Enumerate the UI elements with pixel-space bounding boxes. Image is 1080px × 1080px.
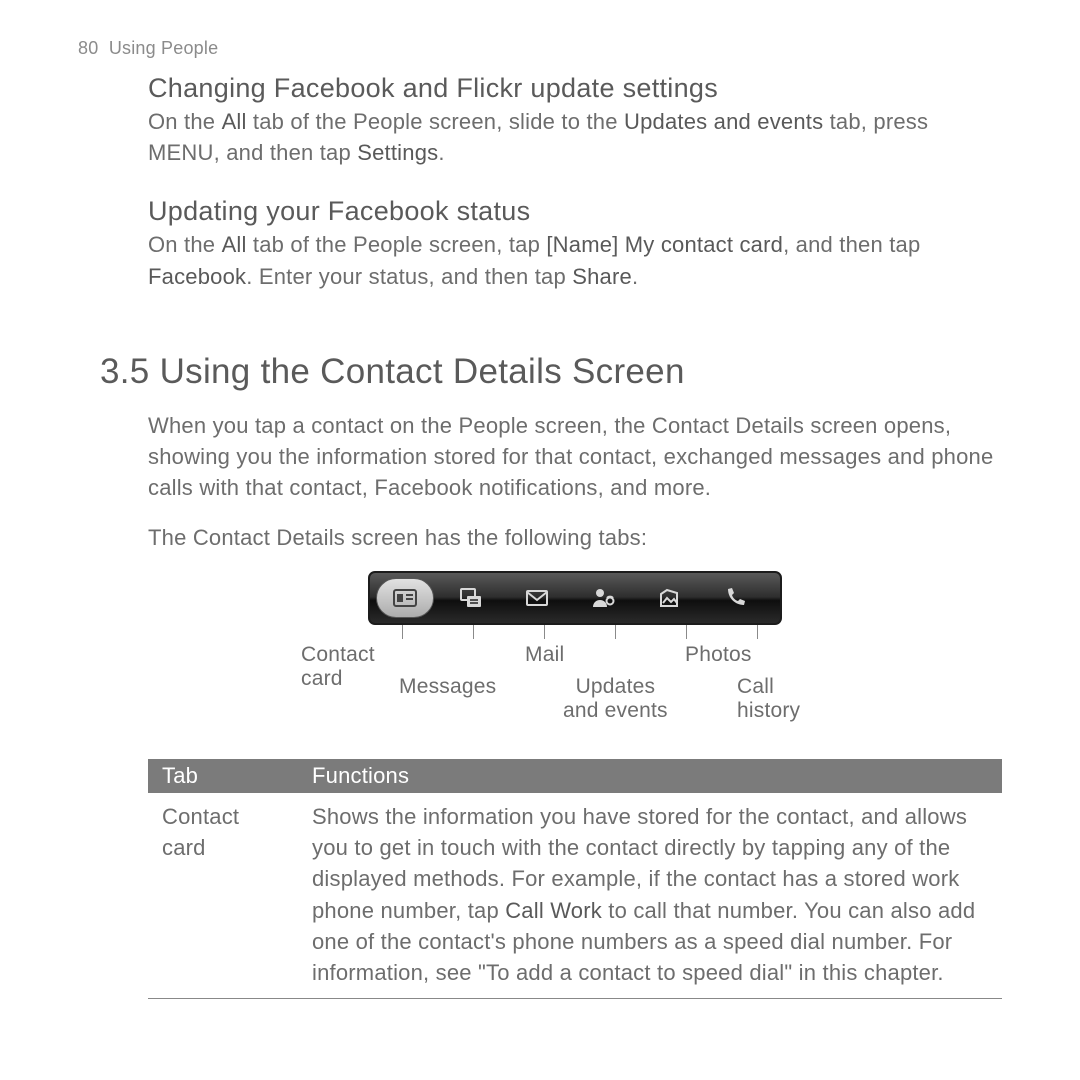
subsection-fb-status: Updating your Facebook status On the All…: [148, 196, 1002, 291]
id-card-icon: [391, 586, 419, 610]
section-name: Using People: [109, 38, 218, 58]
tab-messages[interactable]: [442, 578, 500, 618]
cell-functions: Shows the information you have stored fo…: [298, 793, 1002, 999]
paragraph: The Contact Details screen has the follo…: [148, 522, 1002, 553]
label-updates: Updatesand events: [563, 675, 668, 723]
subsection-flickr: Changing Facebook and Flickr update sett…: [148, 73, 1002, 168]
tab-functions-table: Tab Functions Contact card Shows the inf…: [148, 759, 1002, 999]
label-photos: Photos: [685, 643, 752, 667]
tab-updates[interactable]: [574, 578, 632, 618]
table-header-row: Tab Functions: [148, 759, 1002, 793]
col-tab: Tab: [148, 759, 298, 793]
updates-icon: [589, 586, 617, 610]
paragraph: On the All tab of the People screen, sli…: [148, 106, 1002, 168]
cell-tab: Contact card: [148, 793, 298, 999]
messages-icon: [457, 586, 485, 610]
label-mail: Mail: [525, 643, 564, 667]
tabbar: [368, 571, 782, 625]
photos-icon: [655, 586, 683, 610]
heading-flickr: Changing Facebook and Flickr update sett…: [148, 73, 1002, 104]
phone-icon: [721, 586, 749, 610]
tab-contact-card[interactable]: [376, 578, 434, 618]
table-row: Contact card Shows the information you h…: [148, 793, 1002, 999]
label-contact-card: Contactcard: [301, 643, 375, 691]
tab-labels: Contactcard Messages Mail Updatesand eve…: [295, 639, 855, 729]
heading-main: 3.5 Using the Contact Details Screen: [100, 352, 1002, 392]
leader-lines: [368, 625, 782, 639]
mail-icon: [523, 586, 551, 610]
paragraph: On the All tab of the People screen, tap…: [148, 229, 1002, 291]
tab-photos[interactable]: [640, 578, 698, 618]
heading-fb-status: Updating your Facebook status: [148, 196, 1002, 227]
tabbar-figure: Contactcard Messages Mail Updatesand eve…: [148, 571, 1002, 729]
col-functions: Functions: [298, 759, 1002, 793]
label-messages: Messages: [399, 675, 496, 699]
tab-mail[interactable]: [508, 578, 566, 618]
page-header: 80 Using People: [78, 38, 1002, 59]
page-number: 80: [78, 38, 98, 58]
label-call-history: Callhistory: [737, 675, 800, 723]
tab-call-history[interactable]: [706, 578, 764, 618]
paragraph: When you tap a contact on the People scr…: [148, 410, 1002, 504]
